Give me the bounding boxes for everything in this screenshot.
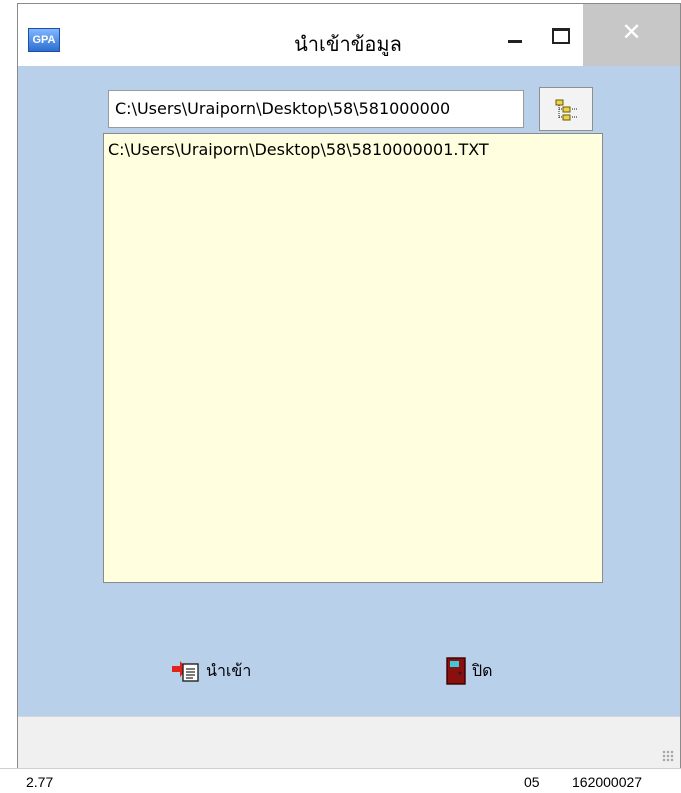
minimize-button[interactable] (496, 26, 536, 52)
file-path-input[interactable]: C:\Users\Uraiporn\Desktop\58\581000000 (108, 90, 524, 128)
gpa-app-icon: GPA (28, 28, 60, 52)
browse-folder-button[interactable] (539, 87, 593, 131)
import-button[interactable]: นำเข้า (172, 654, 251, 688)
dialog-body: C:\Users\Uraiporn\Desktop\58\581000000 C… (18, 66, 680, 716)
background-cell: 05 (524, 774, 540, 790)
maximize-button[interactable] (540, 22, 580, 52)
background-cell: 2.77 (26, 774, 54, 790)
file-list[interactable]: C:\Users\Uraiporn\Desktop\58\5810000001.… (103, 133, 603, 583)
close-window-button[interactable]: ✕ (583, 4, 680, 66)
window-title: นำเข้าข้อมูล (294, 32, 402, 56)
exit-button-label: ปิด (472, 660, 493, 680)
folder-tree-icon (555, 99, 578, 121)
background-cell: 162000027 (572, 774, 643, 790)
close-icon: ✕ (621, 18, 642, 46)
import-document-icon (172, 661, 199, 682)
status-bar (18, 716, 680, 768)
door-icon (446, 657, 466, 685)
import-dialog: GPA นำเข้าข้อมูล ✕ C:\Users\Uraiporn\Des… (17, 3, 681, 768)
import-button-label: นำเข้า (206, 660, 252, 680)
resize-grip-icon[interactable] (662, 750, 674, 762)
file-list-item[interactable]: C:\Users\Uraiporn\Desktop\58\5810000001.… (108, 140, 489, 159)
title-bar[interactable]: GPA นำเข้าข้อมูล ✕ (18, 4, 680, 66)
exit-button[interactable]: ปิด (446, 654, 493, 688)
